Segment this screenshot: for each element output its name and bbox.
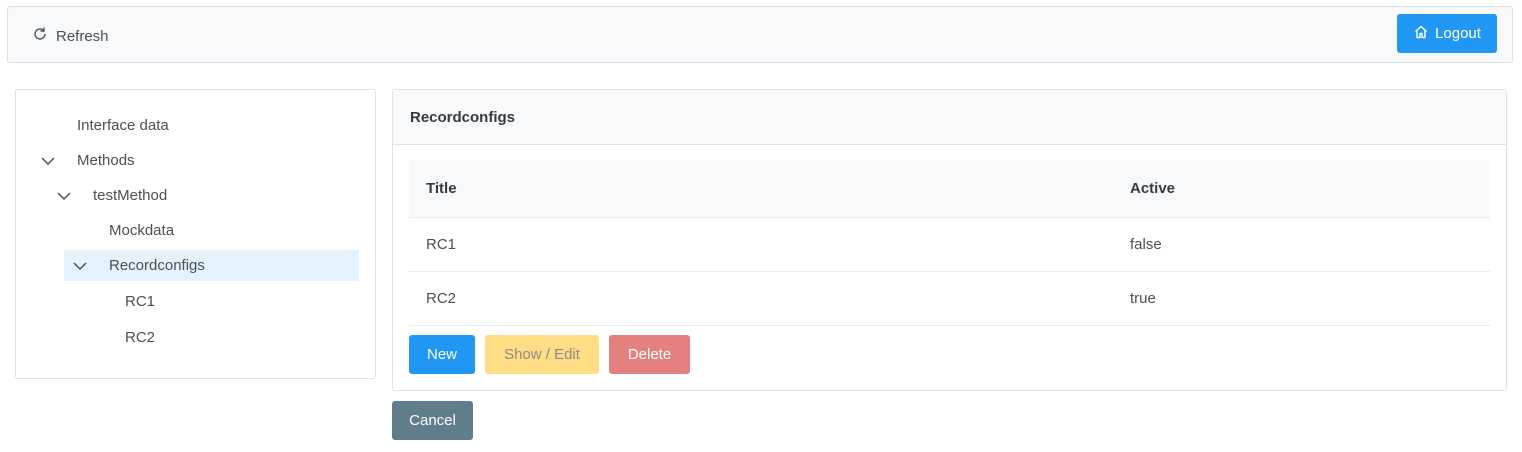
top-toolbar: Refresh Logout xyxy=(7,6,1513,63)
recordconfigs-panel: Recordconfigs Title Active RC1 false RC2… xyxy=(392,89,1507,391)
tree-node-label: Interface data xyxy=(77,117,169,134)
tree-node-label: Methods xyxy=(77,152,135,169)
new-button[interactable]: New xyxy=(409,335,475,374)
column-header-active[interactable]: Active xyxy=(1130,160,1175,217)
recordconfigs-table: Title Active RC1 false RC2 true xyxy=(409,160,1490,326)
tree-node-label: RC1 xyxy=(125,293,156,310)
table-cell-title: RC2 xyxy=(426,290,457,307)
show-edit-button[interactable]: Show / Edit xyxy=(485,335,599,374)
tree-node-label: RC2 xyxy=(125,329,156,346)
cancel-button[interactable]: Cancel xyxy=(392,401,473,440)
refresh-icon xyxy=(32,26,56,46)
chevron-down-icon[interactable] xyxy=(54,186,74,206)
panel-title: Recordconfigs xyxy=(393,90,1506,145)
chevron-down-icon[interactable] xyxy=(38,151,58,171)
tree-node-methods[interactable]: Methods xyxy=(32,145,364,176)
logout-button[interactable]: Logout xyxy=(1397,14,1497,53)
column-header-title[interactable]: Title xyxy=(426,160,457,217)
tree-node-label: testMethod xyxy=(93,187,168,204)
table-cell-active: true xyxy=(1130,290,1156,307)
tree-node-testmethod[interactable]: testMethod xyxy=(48,180,364,211)
table-header: Title Active xyxy=(409,160,1490,218)
refresh-label: Refresh xyxy=(56,27,109,45)
tree-node-recordconfigs[interactable]: Recordconfigs xyxy=(64,250,359,281)
refresh-button[interactable]: Refresh xyxy=(32,26,109,46)
table-row[interactable]: RC2 true xyxy=(409,272,1490,326)
tree-node-mockdata[interactable]: Mockdata xyxy=(64,215,364,246)
delete-button[interactable]: Delete xyxy=(609,335,690,374)
table-cell-active: false xyxy=(1130,236,1162,253)
chevron-down-icon[interactable] xyxy=(70,256,90,276)
tree-node-interface-data[interactable]: Interface data xyxy=(64,110,364,141)
tree-node-rc2[interactable]: RC2 xyxy=(80,322,364,353)
navigation-tree: Interface data Methods testMethod Mockda… xyxy=(15,89,376,379)
table-row[interactable]: RC1 false xyxy=(409,218,1490,272)
table-cell-title: RC1 xyxy=(426,236,457,253)
logout-label: Logout xyxy=(1435,25,1481,42)
home-icon xyxy=(1413,24,1435,44)
tree-node-rc1[interactable]: RC1 xyxy=(80,286,364,317)
tree-node-label: Recordconfigs xyxy=(109,257,205,274)
tree-node-label: Mockdata xyxy=(109,222,175,239)
